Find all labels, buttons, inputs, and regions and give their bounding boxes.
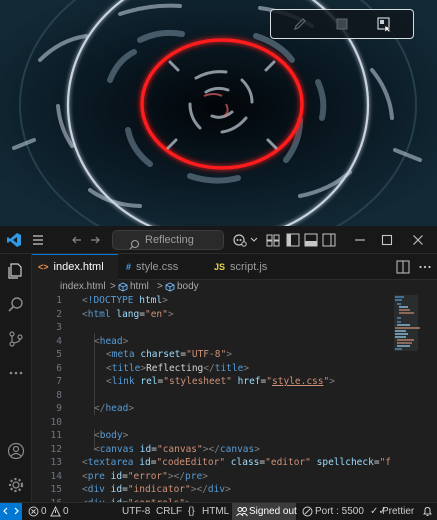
warning-count[interactable]: 0 <box>63 503 69 520</box>
line-number: 11 <box>50 430 62 441</box>
prettier-status[interactable]: Prettier <box>382 503 414 520</box>
line-number: 3 <box>56 322 62 333</box>
pencil-icon[interactable] <box>293 17 307 31</box>
maximize-icon[interactable] <box>381 232 393 248</box>
code-line-15: <div id="indicator"></div> <box>82 484 231 495</box>
layout-icon[interactable] <box>266 232 280 248</box>
explorer-icon[interactable] <box>7 262 25 280</box>
menu-icon[interactable] <box>32 232 44 248</box>
close-icon[interactable] <box>412 232 424 248</box>
more-icon[interactable] <box>7 364 25 382</box>
line-number: 7 <box>56 376 62 387</box>
tab-script-js[interactable]: JS script.js <box>208 254 288 280</box>
title-bar: Reflecting <box>0 226 437 254</box>
preview-floating-toolbar <box>270 9 414 39</box>
minimize-icon[interactable] <box>354 232 366 248</box>
signed-out-label: Signed out <box>249 506 297 517</box>
code-line-6: <title>Reflecting</title> <box>106 362 250 374</box>
code-line-12: <canvas id="canvas"></canvas> <box>94 443 260 455</box>
html-file-icon: <> <box>38 262 49 272</box>
bell-icon[interactable] <box>422 506 433 520</box>
line-number: 12 <box>50 443 62 455</box>
sidebar-left-icon[interactable] <box>286 232 300 248</box>
line-number: 8 <box>56 389 62 401</box>
live-server-port[interactable]: Port : 5500 <box>315 503 364 520</box>
breadcrumb-separator: > <box>157 281 163 292</box>
broadcast-icon <box>302 506 313 520</box>
code-editor[interactable]: 1 2 3 4 5 6 7 8 9 10 11 12 13 14 15 16 <… <box>32 293 390 502</box>
line-number: 13 <box>50 457 62 468</box>
code-line-4: <head> <box>94 335 129 347</box>
line-number: 15 <box>50 484 62 495</box>
code-line-2: <html lang="en"> <box>82 308 174 320</box>
breadcrumb-body[interactable]: body <box>177 280 199 293</box>
chevron-down-icon[interactable] <box>250 232 258 248</box>
more-actions-icon[interactable] <box>418 259 432 275</box>
code-line-14: <pre id="error"></pre> <box>82 470 208 482</box>
editor-scrollbar[interactable] <box>430 293 437 502</box>
line-number: 5 <box>56 349 62 360</box>
activity-bar <box>0 254 32 502</box>
square-icon[interactable] <box>335 17 349 31</box>
split-editor-icon[interactable] <box>396 259 410 275</box>
line-number: 2 <box>56 308 62 320</box>
search-icon[interactable] <box>7 296 25 314</box>
source-control-icon[interactable] <box>7 330 25 348</box>
line-number: 1 <box>56 295 62 306</box>
breadcrumb: index.html > html > body <box>32 280 437 293</box>
line-number: 4 <box>56 335 62 347</box>
code-line-11: <body> <box>94 430 129 441</box>
canvas-preview <box>0 0 437 226</box>
error-count[interactable]: 0 <box>41 503 47 520</box>
tab-index-html[interactable]: <> index.html <box>32 254 118 280</box>
gear-icon[interactable] <box>7 476 25 494</box>
warning-icon <box>50 505 61 520</box>
vscode-logo-icon <box>6 232 22 248</box>
code-line-13: <textarea id="codeEditor" class="editor"… <box>82 457 390 468</box>
line-number: 6 <box>56 362 62 374</box>
arrow-left-icon[interactable] <box>71 232 83 248</box>
arrow-right-icon[interactable] <box>89 232 101 248</box>
css-file-icon: # <box>126 262 132 272</box>
remote-indicator[interactable] <box>0 503 22 520</box>
tab-label: style.css <box>136 261 179 273</box>
panel-icon[interactable] <box>304 232 318 248</box>
breadcrumb-html[interactable]: html <box>130 280 149 293</box>
error-icon <box>28 506 39 520</box>
code-line-1: <!DOCTYPE html> <box>82 295 168 306</box>
code-line-7: <link rel="stylesheet" href="style.css"> <box>106 376 335 387</box>
account-icon[interactable] <box>7 442 25 460</box>
encoding-indicator[interactable]: UTF-8 <box>122 503 150 520</box>
line-number: 14 <box>50 470 62 482</box>
language-mode[interactable]: HTML <box>202 503 229 520</box>
people-icon <box>236 506 248 520</box>
line-number: 9 <box>56 403 62 414</box>
breadcrumb-separator: > <box>110 281 116 292</box>
minimap[interactable] <box>390 293 430 502</box>
editor-tabs: <> index.html # style.css JS script.js <box>32 254 437 280</box>
copilot-icon[interactable] <box>232 232 248 248</box>
js-file-icon: JS <box>214 262 226 272</box>
accounts-signed-out[interactable]: Signed out <box>232 503 297 520</box>
search-icon <box>129 235 140 254</box>
command-center-search[interactable]: Reflecting <box>112 230 224 250</box>
window-icon[interactable] <box>377 17 391 33</box>
status-bar: 0 0 UTF-8 CRLF {} HTML Signed out Port :… <box>0 502 437 520</box>
breadcrumb-file[interactable]: index.html <box>60 280 106 293</box>
eol-indicator[interactable]: CRLF <box>156 503 182 520</box>
code-line-9: </head> <box>94 403 135 414</box>
tab-label: index.html <box>53 261 104 273</box>
line-number: 10 <box>50 416 62 428</box>
tab-label: script.js <box>230 261 268 273</box>
sidebar-right-icon[interactable] <box>322 232 336 248</box>
command-center-text: Reflecting <box>145 234 194 246</box>
code-line-5: <meta charset="UTF-8"> <box>106 349 232 360</box>
braces-icon: {} <box>188 506 195 517</box>
tab-style-css[interactable]: # style.css <box>120 254 202 280</box>
